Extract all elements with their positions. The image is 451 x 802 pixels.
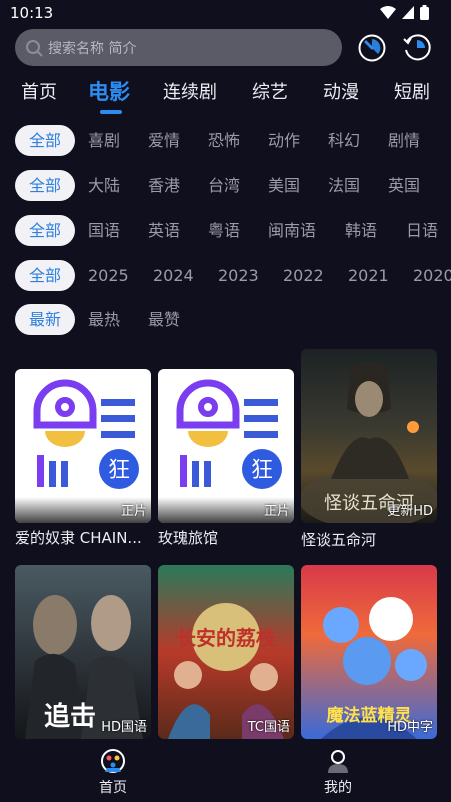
status-time: 10:13 (10, 4, 54, 22)
nav-mine-label: 我的 (324, 780, 352, 796)
filter-chip[interactable]: 2022 (283, 260, 324, 291)
filter-chip[interactable]: 韩语 (345, 215, 377, 246)
filter-chip[interactable]: 大陆 (88, 170, 120, 201)
poster-badge: HD中字 (387, 720, 433, 735)
filter-chip[interactable]: 2025 (88, 260, 129, 291)
filter-chip[interactable]: 台湾 (208, 170, 240, 201)
tab-short-drama[interactable]: 短剧 (394, 78, 430, 104)
search-row: 搜索名称 简介 (0, 29, 451, 67)
movie-card[interactable]: 魔法蓝精灵 HD中字 (301, 565, 437, 739)
filter-row-year: 全部 2025 2024 2023 2022 2021 2020 (0, 260, 451, 292)
filter-chip[interactable]: 全部 (15, 260, 75, 291)
battery-icon (420, 5, 429, 20)
filter-chip[interactable]: 日语 (406, 215, 438, 246)
filter-chip[interactable]: 最热 (88, 304, 120, 335)
filter-chip[interactable]: 香港 (148, 170, 180, 201)
logo-char: 狂 (251, 458, 273, 483)
nav-home[interactable]: 首页 (83, 748, 143, 797)
movie-poster[interactable]: 狂 正片 (15, 369, 151, 523)
tab-variety[interactable]: 综艺 (252, 78, 288, 104)
search-input[interactable]: 搜索名称 简介 (15, 29, 342, 66)
poster-art: 长安的荔枝 (168, 603, 284, 739)
movie-card[interactable]: 追击 HD国语 (15, 565, 151, 739)
filter-chip[interactable]: 喜剧 (88, 125, 120, 156)
poster-title-art: 长安的荔枝 (176, 626, 277, 650)
filter-row-region: 全部 大陆 香港 台湾 美国 法国 英国 (0, 170, 451, 202)
filter-chip[interactable]: 剧情 (388, 125, 420, 156)
filter-chip[interactable]: 科幻 (328, 125, 360, 156)
movie-poster[interactable]: 魔法蓝精灵 HD中字 (301, 565, 437, 739)
profile-icon (328, 750, 348, 773)
movie-card[interactable]: 狂 正片 玫瑰旅馆 (158, 369, 294, 547)
filter-chip[interactable]: 国语 (88, 215, 120, 246)
movie-card[interactable]: 狂 正片 爱的奴隶 CHAIN... (15, 369, 151, 547)
filter-chip[interactable]: 英国 (388, 170, 420, 201)
movie-poster[interactable]: 长安的荔枝 TC国语 (158, 565, 294, 739)
filter-chip[interactable]: 最新 (15, 304, 75, 335)
playback-record-icon[interactable] (402, 32, 432, 62)
filter-chip[interactable]: 闽南语 (268, 215, 316, 246)
filter-chip[interactable]: 英语 (148, 215, 180, 246)
wifi-icon (380, 6, 396, 19)
filter-chip[interactable]: 2024 (153, 260, 194, 291)
signal-icon (402, 6, 414, 19)
bottom-nav: 首页 我的 (0, 742, 451, 802)
nav-home-label: 首页 (99, 780, 127, 796)
filter-chip[interactable]: 最赞 (148, 304, 180, 335)
tab-movie[interactable]: 电影 (88, 76, 130, 106)
status-icons (380, 5, 429, 20)
poster-badge: 更新HD (387, 504, 433, 519)
nav-mine[interactable]: 我的 (308, 748, 368, 797)
filter-row-language: 全部 国语 英语 粤语 闽南语 韩语 日语 (0, 215, 451, 247)
active-tab-indicator (100, 110, 122, 114)
status-bar: 10:13 (0, 0, 451, 26)
poster-art: 追击 (25, 595, 143, 739)
category-tabs: 首页 电影 连续剧 综艺 动漫 短剧 (0, 78, 451, 120)
filter-chip[interactable]: 全部 (15, 215, 75, 246)
movie-title[interactable]: 玫瑰旅馆 (158, 527, 298, 548)
poster-badge: HD国语 (101, 720, 147, 735)
poster-title-art: 追击 (44, 701, 96, 732)
poster-badge: 正片 (263, 504, 290, 519)
poster-art: 魔法蓝精灵 (321, 597, 427, 739)
search-placeholder: 搜索名称 简介 (48, 41, 137, 57)
search-icon (26, 40, 43, 57)
home-icon (101, 749, 125, 773)
tab-home[interactable]: 首页 (21, 78, 57, 104)
movie-card[interactable]: 长安的荔枝 TC国语 (158, 565, 294, 739)
logo-char: 狂 (108, 458, 130, 483)
movie-poster[interactable]: 狂 正片 (158, 369, 294, 523)
filter-chip[interactable]: 全部 (15, 170, 75, 201)
filter-row-genre: 全部 喜剧 爱情 恐怖 动作 科幻 剧情 (0, 125, 451, 157)
tab-series[interactable]: 连续剧 (163, 78, 217, 104)
filter-chip[interactable]: 爱情 (148, 125, 180, 156)
history-icon[interactable] (357, 32, 387, 62)
filter-chip[interactable]: 全部 (15, 125, 75, 156)
poster-badge: 正片 (120, 504, 147, 519)
poster-art: 怪谈五命河 (301, 362, 437, 523)
movie-title[interactable]: 怪谈五命河 (301, 529, 441, 550)
movie-title[interactable]: 爱的奴隶 CHAIN... (15, 527, 155, 548)
filter-chip[interactable]: 2021 (348, 260, 389, 291)
filter-chip[interactable]: 法国 (328, 170, 360, 201)
filter-chip[interactable]: 2020 (413, 260, 451, 291)
filter-chip[interactable]: 动作 (268, 125, 300, 156)
filter-chip[interactable]: 恐怖 (208, 125, 240, 156)
filter-row-sort: 最新 最热 最赞 (0, 304, 451, 336)
filter-chip[interactable]: 美国 (268, 170, 300, 201)
tab-anime[interactable]: 动漫 (323, 78, 359, 104)
filter-chip[interactable]: 粤语 (208, 215, 240, 246)
filter-chip[interactable]: 2023 (218, 260, 259, 291)
movie-card[interactable]: 怪谈五命河 更新HD 怪谈五命河 (301, 349, 437, 549)
poster-badge: TC国语 (247, 720, 290, 735)
movie-poster[interactable]: 追击 HD国语 (15, 565, 151, 739)
movie-poster[interactable]: 怪谈五命河 更新HD (301, 349, 437, 523)
